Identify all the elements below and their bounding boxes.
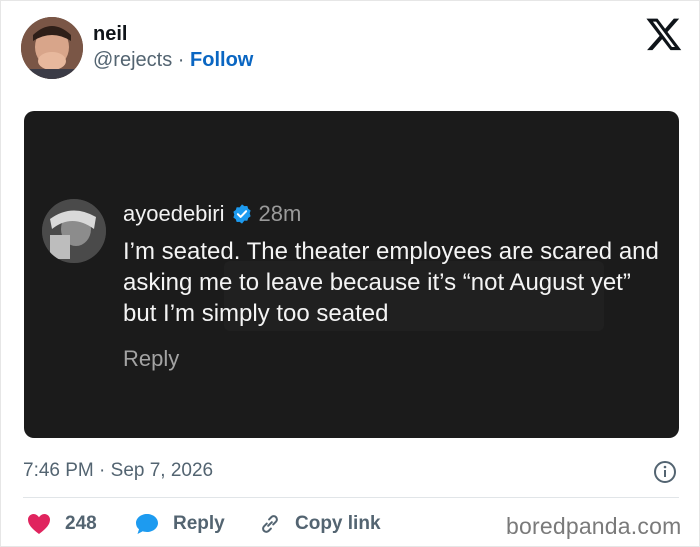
- separator-dot: ·: [177, 49, 185, 71]
- watermark: boredpanda.com: [506, 513, 682, 539]
- link-icon: [262, 515, 278, 533]
- copy-link-label: Copy link: [295, 513, 381, 534]
- embedded-username: ayoedebiri: [123, 201, 225, 226]
- author-avatar[interactable]: [21, 17, 83, 79]
- embedded-post-header: ayoedebiri 28m: [123, 201, 301, 227]
- reply-button[interactable]: Reply: [135, 511, 225, 537]
- info-icon[interactable]: [653, 460, 677, 484]
- author-handle[interactable]: @rejects: [93, 49, 172, 71]
- verified-badge-icon: [231, 203, 253, 225]
- follow-button[interactable]: Follow: [190, 49, 253, 71]
- embedded-user-avatar: [42, 199, 106, 263]
- embedded-reply-label: Reply: [123, 346, 180, 371]
- author-handle-row: @rejects · Follow: [93, 49, 253, 72]
- author-name[interactable]: neil: [93, 23, 127, 46]
- copy-link-button[interactable]: Copy link: [259, 511, 381, 537]
- embedded-screenshot[interactable]: ayoedebiri 28m I’m seated. The theater e…: [24, 111, 679, 438]
- reply-label: Reply: [173, 513, 225, 534]
- tweet-card: neil @rejects · Follow ayoedebiri 28m I’…: [0, 0, 700, 547]
- embedded-post-text: I’m seated. The theater employees are sc…: [123, 238, 659, 327]
- embedded-time-ago: 28m: [258, 201, 302, 226]
- like-button[interactable]: 248: [27, 511, 97, 537]
- x-logo-icon[interactable]: [645, 15, 683, 53]
- divider: [23, 497, 679, 498]
- like-count: 248: [65, 513, 97, 534]
- heart-icon: [28, 514, 50, 534]
- post-timestamp[interactable]: 7:46 PM · Sep 7, 2026: [23, 460, 213, 482]
- speech-bubble-icon: [136, 514, 158, 534]
